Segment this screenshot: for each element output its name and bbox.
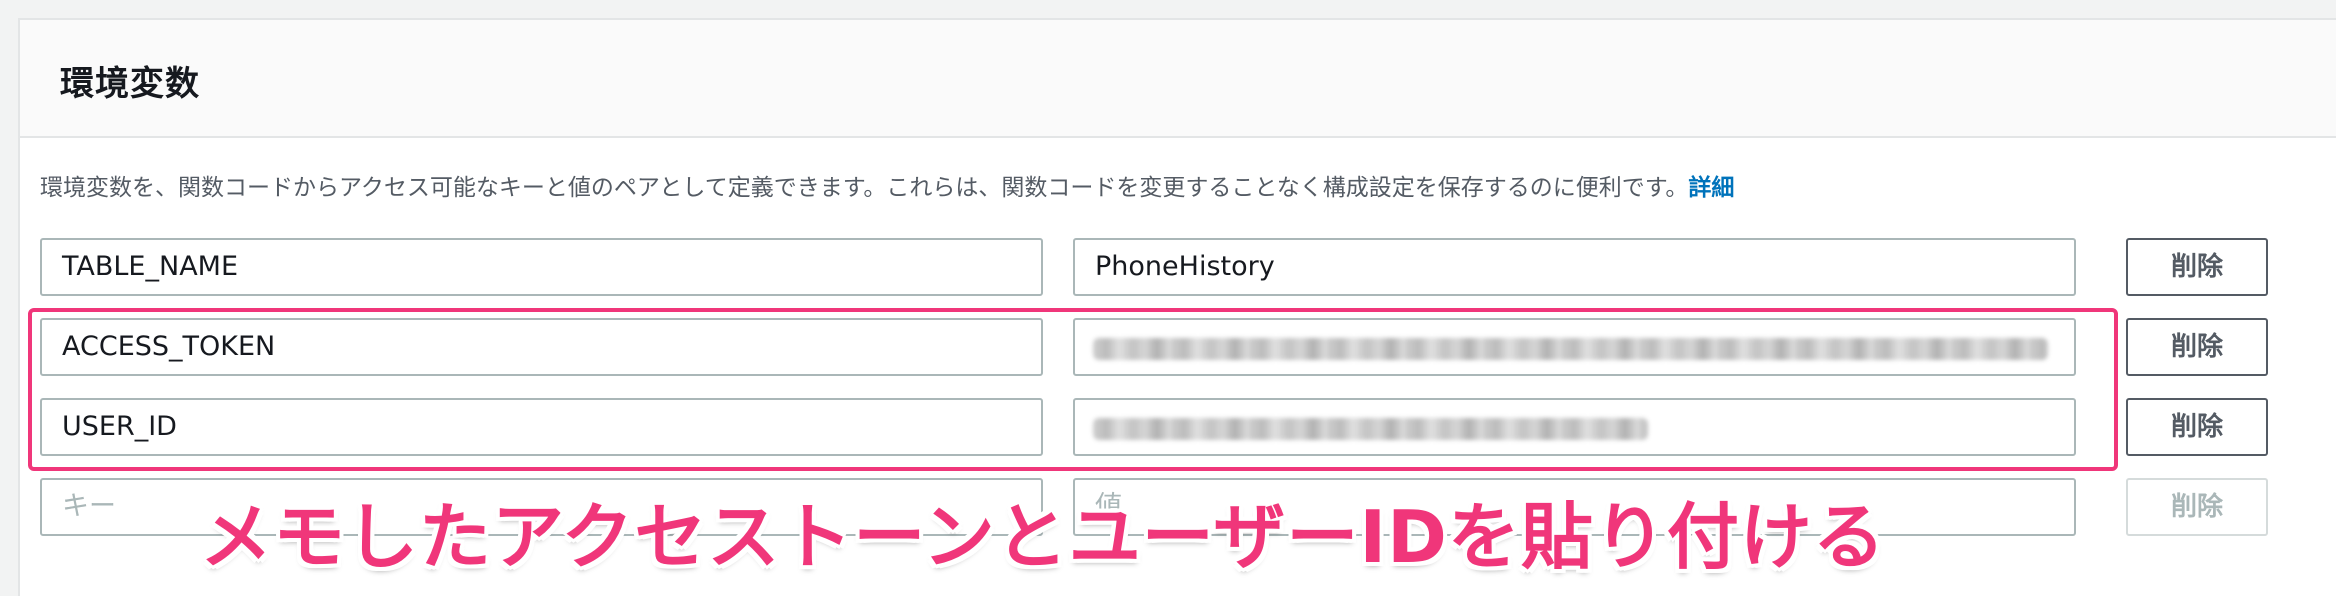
section-description: 環境変数を、関数コードからアクセス可能なキーと値のペアとして定義できます。これら… (40, 168, 1734, 202)
page: 環境変数 環境変数を、関数コードからアクセス可能なキーと値のペアとして定義できま… (0, 0, 2336, 596)
annotation-text: メモしたアクセストーンとユーザーIDを貼り付ける (200, 495, 1886, 579)
env-var-value-input[interactable]: PhoneHistory (1073, 238, 2076, 296)
description-text: 環境変数を、関数コードからアクセス可能なキーと値のペアとして定義できます。これら… (40, 175, 1689, 201)
highlight-box (28, 308, 2118, 471)
delete-button[interactable]: 削除 (2126, 398, 2268, 456)
env-var-row: TABLE_NAME PhoneHistory 削除 (40, 238, 2280, 298)
panel-title: 環境変数 (60, 64, 200, 104)
env-var-key-input[interactable]: TABLE_NAME (40, 238, 1043, 296)
delete-button[interactable]: 削除 (2126, 238, 2268, 296)
delete-button-disabled: 削除 (2126, 478, 2268, 536)
details-link[interactable]: 詳細 (1688, 175, 1734, 201)
panel-header: 環境変数 (20, 20, 2336, 138)
delete-button[interactable]: 削除 (2126, 318, 2268, 376)
